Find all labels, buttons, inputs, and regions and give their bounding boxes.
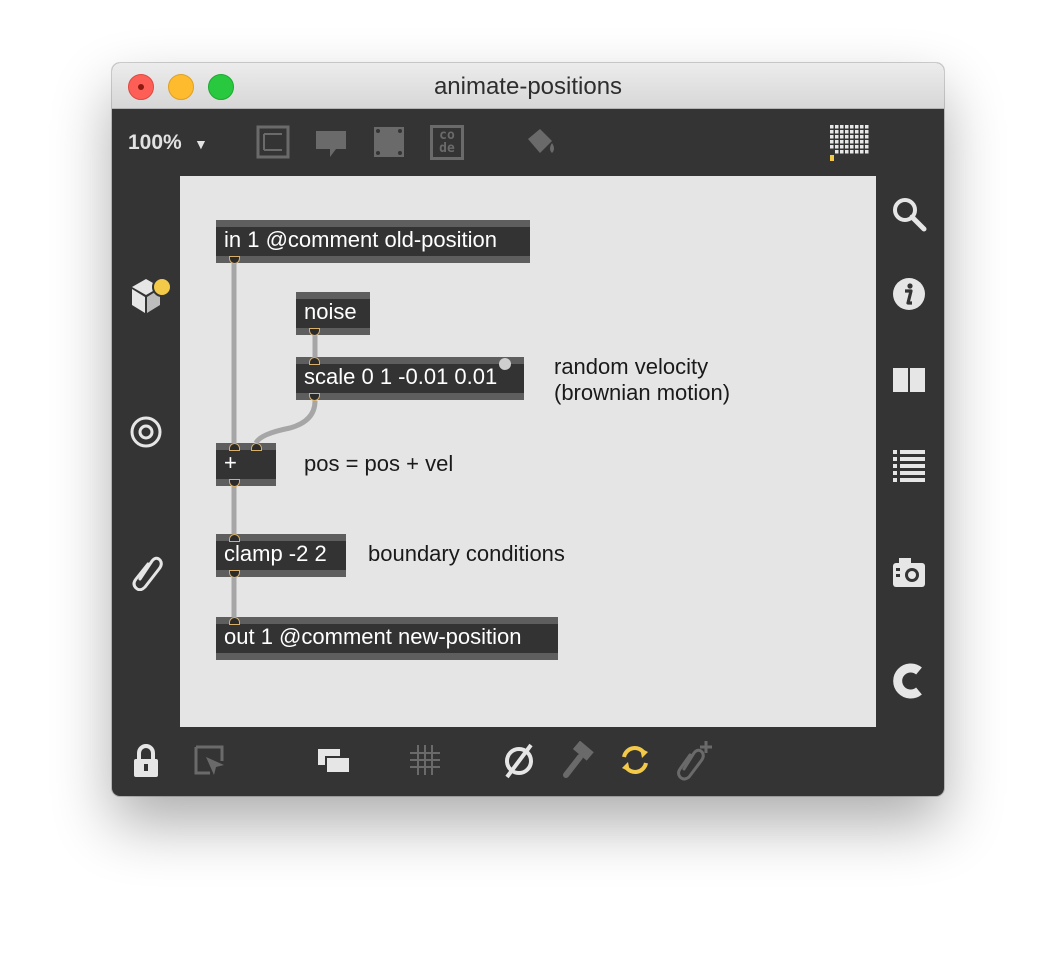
inlet-port[interactable] [229, 617, 240, 625]
code-icon-line2: de [439, 141, 455, 156]
patch-object-scale[interactable]: scale 0 1 -0.01 0.01 [296, 357, 524, 401]
patch-object-clamp-label: clamp -2 2 [224, 541, 327, 566]
object-cube-icon[interactable] [128, 275, 174, 315]
search-icon[interactable] [890, 195, 930, 235]
grid-dots-icon[interactable] [828, 123, 872, 163]
window-title: animate-positions [433, 73, 623, 100]
patch-object-noise[interactable]: noise [296, 292, 370, 336]
title-bar[interactable]: animate-positions [112, 63, 944, 109]
patch-object-clamp[interactable]: clamp -2 2 [216, 534, 346, 578]
patch-object-in[interactable]: in 1 @comment old-position [216, 220, 530, 264]
patch-canvas[interactable]: in 1 @comment old-position noise scale 0… [180, 176, 876, 727]
patch-object-out-label: out 1 @comment new-position [224, 624, 522, 649]
patch-object-scale-label: scale 0 1 -0.01 0.01 [304, 364, 498, 389]
outlet-port[interactable] [229, 256, 240, 264]
no-icon[interactable] [500, 741, 538, 779]
outlet-port[interactable] [309, 393, 320, 401]
inlet-port[interactable] [229, 534, 240, 542]
patch-object-plus[interactable]: + [216, 443, 276, 487]
top-toolbar: 100% ▼ co de [112, 109, 944, 175]
left-sidebar [112, 175, 180, 727]
patch-object-in-label: in 1 @comment old-position [224, 227, 498, 252]
comment-icon[interactable] [314, 129, 348, 159]
patcher-window: animate-positions 100% ▼ co de in 1 @com… [112, 63, 944, 796]
outlet-port[interactable] [309, 328, 320, 336]
layers-icon[interactable] [316, 745, 352, 777]
select-pointer-icon[interactable] [192, 743, 228, 779]
book-icon[interactable] [891, 365, 927, 395]
inlet-port-left[interactable] [229, 443, 240, 451]
outlet-port[interactable] [229, 479, 240, 487]
code-icon[interactable]: co de [430, 125, 464, 160]
paperclip-add-icon[interactable] [674, 739, 714, 781]
patch-object-noise-label: noise [304, 299, 357, 324]
paperclip-icon[interactable] [130, 553, 164, 591]
right-sidebar [876, 175, 944, 727]
comment-pos-formula[interactable]: pos = pos + vel [304, 451, 453, 477]
camera-icon[interactable] [891, 555, 927, 589]
refresh-icon[interactable] [618, 743, 652, 777]
paint-bucket-icon[interactable] [522, 125, 558, 159]
patch-object-out[interactable]: out 1 @comment new-position [216, 617, 558, 660]
target-icon[interactable] [129, 415, 163, 449]
panel-icon[interactable] [372, 125, 406, 159]
list-icon[interactable] [891, 447, 927, 483]
lock-icon[interactable] [132, 743, 160, 779]
hammer-icon[interactable] [560, 741, 596, 779]
object-status-dot [499, 358, 511, 370]
inlet-port[interactable] [309, 357, 320, 365]
inlet-port-right[interactable] [251, 443, 262, 451]
c-icon[interactable] [891, 663, 927, 699]
zoom-level[interactable]: 100% [128, 131, 182, 155]
presentation-icon[interactable] [256, 125, 290, 159]
patch-object-plus-label: + [224, 450, 237, 475]
comment-velocity-line1[interactable]: random velocity [554, 354, 708, 380]
comment-velocity-line2[interactable]: (brownian motion) [554, 380, 730, 406]
comment-boundary[interactable]: boundary conditions [368, 541, 565, 567]
info-icon[interactable] [891, 276, 927, 312]
zoom-dropdown-arrow[interactable]: ▼ [194, 136, 208, 152]
outlet-port[interactable] [229, 570, 240, 578]
bottom-toolbar [112, 727, 944, 796]
grid-icon[interactable] [408, 743, 442, 777]
